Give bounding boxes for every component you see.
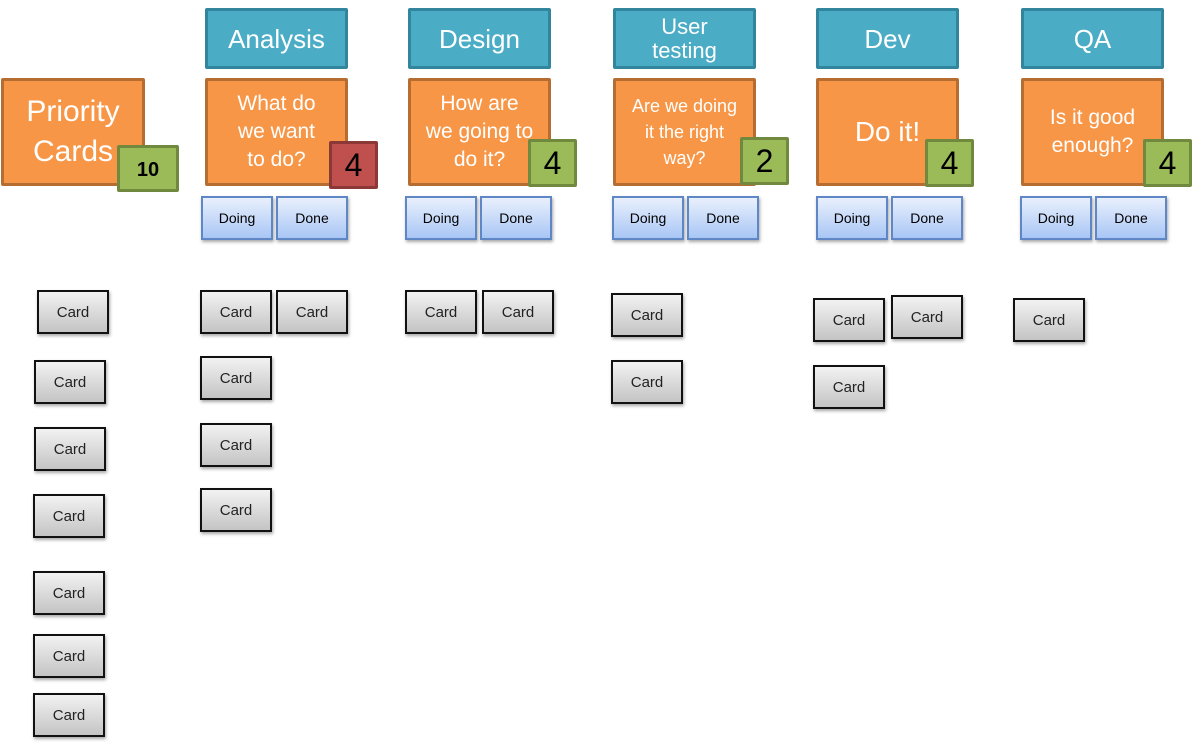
wip-limit-value: 4 [940, 144, 959, 181]
card-analysis[interactable]: Card [200, 423, 272, 467]
card-dev[interactable]: Card [813, 365, 885, 409]
wip-limit-badge-analysis: 4 [329, 141, 378, 189]
question-text: How are we going to do it? [425, 92, 534, 171]
card-label: Card [52, 647, 86, 665]
question-text: What do we want to do? [237, 92, 316, 171]
doing-button-qa[interactable]: Doing [1020, 196, 1092, 240]
wip-limit-value: 4 [344, 146, 363, 183]
column-header-analysis: Analysis [205, 8, 348, 69]
column-header-qa: QA [1021, 8, 1164, 69]
card-label: Card [56, 303, 90, 321]
card-priority[interactable]: Card [33, 693, 105, 737]
card-priority[interactable]: Card [34, 427, 106, 471]
card-analysis[interactable]: Card [276, 290, 348, 334]
card-analysis[interactable]: Card [200, 290, 272, 334]
card-design[interactable]: Card [405, 290, 477, 334]
doing-button-dev[interactable]: Doing [816, 196, 888, 240]
question-text: Do it! [854, 116, 921, 147]
card-label: Card [219, 501, 253, 519]
card-label: Card [1032, 311, 1066, 329]
card-label: Card [501, 303, 535, 321]
card-label: Card [52, 507, 86, 525]
column-title: QA [1073, 23, 1112, 54]
card-dev[interactable]: Card [891, 295, 963, 339]
priority-limit-badge: 10 [117, 145, 179, 192]
wip-limit-badge-dev: 4 [925, 139, 974, 187]
done-button-dev[interactable]: Done [891, 196, 963, 240]
card-analysis[interactable]: Card [200, 356, 272, 400]
priority-limit-value: 10 [136, 159, 160, 181]
column-title: User testing [652, 13, 717, 63]
doing-label: Doing [833, 210, 871, 226]
card-label: Card [424, 303, 458, 321]
wip-limit-badge-user-testing: 2 [740, 137, 789, 185]
done-label: Done [910, 210, 944, 226]
card-priority[interactable]: Card [33, 494, 105, 538]
doing-label: Doing [629, 210, 667, 226]
done-button-design[interactable]: Done [480, 196, 552, 240]
done-label: Done [1114, 210, 1148, 226]
wip-limit-value: 2 [755, 142, 774, 179]
column-question-user-testing: Are we doing it the right way? [613, 78, 756, 186]
card-label: Card [630, 373, 664, 391]
card-label: Card [52, 584, 86, 602]
column-header-dev: Dev [816, 8, 959, 69]
done-button-qa[interactable]: Done [1095, 196, 1167, 240]
card-label: Card [219, 436, 253, 454]
card-design[interactable]: Card [482, 290, 554, 334]
card-label: Card [219, 369, 253, 387]
card-priority[interactable]: Card [34, 360, 106, 404]
doing-label: Doing [422, 210, 460, 226]
column-header-design: Design [408, 8, 551, 69]
card-label: Card [295, 303, 329, 321]
done-label: Done [706, 210, 740, 226]
card-label: Card [630, 306, 664, 324]
card-label: Card [832, 311, 866, 329]
column-title: Design [439, 23, 520, 54]
card-user-testing[interactable]: Card [611, 360, 683, 404]
card-label: Card [53, 440, 87, 458]
wip-limit-badge-qa: 4 [1143, 139, 1192, 187]
column-question-analysis: What do we want to do? [205, 78, 348, 186]
done-button-user-testing[interactable]: Done [687, 196, 759, 240]
column-title: Dev [864, 23, 911, 54]
wip-limit-value: 4 [1158, 144, 1177, 181]
card-label: Card [52, 706, 86, 724]
card-priority[interactable]: Card [33, 634, 105, 678]
column-header-user-testing: User testing [613, 8, 756, 69]
card-label: Card [219, 303, 253, 321]
card-user-testing[interactable]: Card [611, 293, 683, 337]
card-analysis[interactable]: Card [200, 488, 272, 532]
wip-limit-badge-design: 4 [528, 139, 577, 187]
question-text: Is it good enough? [1049, 106, 1136, 157]
doing-button-analysis[interactable]: Doing [201, 196, 273, 240]
card-label: Card [910, 308, 944, 326]
priority-cards-title: Priority Cards [26, 95, 120, 168]
doing-button-design[interactable]: Doing [405, 196, 477, 240]
card-qa[interactable]: Card [1013, 298, 1085, 342]
done-label: Done [499, 210, 533, 226]
card-label: Card [832, 378, 866, 396]
wip-limit-value: 4 [543, 144, 562, 181]
column-title: Analysis [228, 23, 325, 54]
doing-label: Doing [218, 210, 256, 226]
doing-button-user-testing[interactable]: Doing [612, 196, 684, 240]
done-button-analysis[interactable]: Done [276, 196, 348, 240]
card-label: Card [53, 373, 87, 391]
doing-label: Doing [1037, 210, 1075, 226]
done-label: Done [295, 210, 329, 226]
card-dev[interactable]: Card [813, 298, 885, 342]
question-text: Are we doing it the right way? [631, 96, 738, 168]
card-priority[interactable]: Card [33, 571, 105, 615]
card-priority[interactable]: Card [37, 290, 109, 334]
